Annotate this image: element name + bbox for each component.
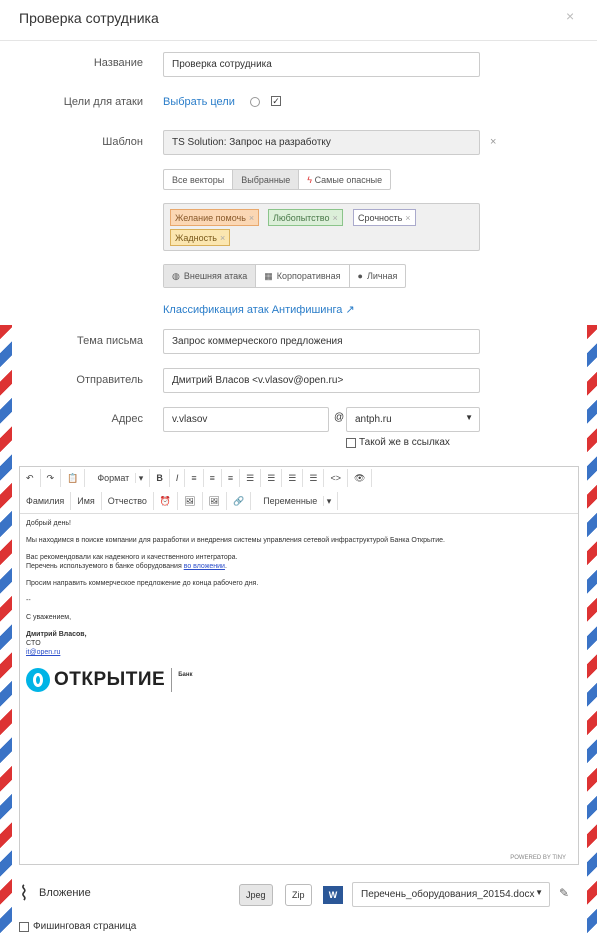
attachment-file-select[interactable]: Перечень_оборудования_20154.docx ▼ — [352, 882, 550, 907]
classification-link[interactable]: Классификация атак Антифишинга ↗ — [163, 303, 355, 316]
edit-pencil-icon[interactable]: ✎ — [559, 886, 569, 900]
template-label: Шаблон — [102, 136, 143, 148]
targets-radio[interactable] — [250, 97, 260, 107]
image-upload-icon[interactable]: 🖼 — [203, 492, 227, 510]
corporate-tab[interactable]: ▦ Корпоративная — [256, 265, 350, 287]
numbered-list-icon[interactable]: ☰ — [261, 469, 283, 487]
external-attack-tab[interactable]: ◍ Внешняя атака — [164, 265, 257, 287]
attack-type-filter: ◍ Внешняя атака ▦ Корпоративная ● Личная — [163, 264, 407, 288]
vector-selected-tab[interactable]: Выбранные — [233, 170, 300, 189]
firstname-button[interactable]: Имя — [71, 492, 102, 510]
name-label: Название — [93, 57, 143, 69]
tag-item[interactable]: Срочность × — [353, 209, 416, 226]
bold-button[interactable]: B — [150, 469, 170, 487]
chevron-down-icon: ▼ — [535, 888, 543, 897]
same-links-checkbox[interactable] — [346, 438, 356, 448]
same-links-label: Такой же в ссылках — [359, 437, 450, 448]
phishing-page-label: Фишинговая страница — [33, 921, 137, 932]
personal-tab[interactable]: ● Личная — [350, 265, 406, 287]
targets-checkbox[interactable]: ✓ — [271, 96, 281, 106]
vector-all-tab[interactable]: Все векторы — [164, 170, 234, 189]
italic-button[interactable]: I — [170, 469, 186, 487]
patronymic-button[interactable]: Отчество — [102, 492, 154, 510]
subject-input[interactable]: Запрос коммерческого предложения — [163, 329, 480, 354]
undo-icon[interactable]: ↶ — [20, 469, 41, 487]
align-center-icon[interactable]: ≡ — [204, 469, 222, 487]
vector-filter: Все векторы Выбранные ϟ Самые опасные — [163, 169, 392, 190]
tag-item[interactable]: Жадность × — [170, 229, 231, 246]
tag-item[interactable]: Желание помочь × — [170, 209, 260, 226]
divider — [0, 40, 597, 41]
template-input[interactable]: TS Solution: Запрос на разработку — [163, 130, 480, 155]
clock-icon[interactable]: ⏰ — [154, 492, 179, 510]
address-domain-select[interactable]: antph.ru ▼ — [346, 407, 480, 432]
close-icon[interactable]: × — [566, 8, 574, 24]
tag-item[interactable]: Любопытство × — [268, 209, 343, 226]
chevron-down-icon: ▼ — [465, 413, 473, 422]
phishing-page-checkbox[interactable] — [19, 922, 29, 932]
user-icon: ● — [357, 271, 363, 281]
logo-icon — [26, 668, 50, 692]
word-icon: W — [323, 886, 343, 904]
address-label: Адрес — [111, 413, 144, 425]
globe-icon: ◍ — [172, 270, 180, 281]
link-icon[interactable]: 🔗 — [227, 492, 252, 510]
bank-logo: ОТКРЫТИЕ Банк — [26, 668, 192, 692]
dialog-title: Проверка сотрудника — [19, 10, 159, 26]
right-border-stripe — [587, 325, 597, 935]
at-sign: @ — [334, 412, 345, 423]
building-icon: ▦ — [264, 270, 273, 281]
preview-icon[interactable]: 👁 — [348, 469, 373, 487]
left-border-stripe — [0, 325, 12, 935]
name-input[interactable]: Проверка сотрудника — [163, 52, 480, 77]
align-left-icon[interactable]: ≡ — [185, 469, 204, 487]
outdent-icon[interactable]: ☰ — [282, 469, 304, 487]
targets-label: Цели для атаки — [63, 96, 143, 108]
lightning-icon: ϟ — [307, 175, 315, 185]
address-user-input[interactable]: v.vlasov — [163, 407, 329, 432]
vector-dangerous-tab[interactable]: ϟ Самые опасные — [299, 170, 390, 189]
email-body[interactable]: Добрый день! Мы находимся в поиске компа… — [26, 519, 571, 657]
tags-box[interactable]: Желание помочь × Любопытство × Срочность × … — [163, 203, 480, 251]
editor-footer: POWERED BY TINY — [510, 855, 566, 861]
editor-toolbar-2: Фамилия Имя Отчество ⏰ 🖼 🖼 🔗 Переменные … — [20, 490, 339, 512]
sender-input[interactable]: Дмитрий Власов <v.vlasov@open.ru> — [163, 368, 480, 393]
subject-label: Тема письма — [77, 335, 143, 347]
redo-icon[interactable]: ↷ — [41, 469, 62, 487]
attachment-link[interactable]: во вложении — [184, 563, 225, 570]
external-link-icon: ↗ — [345, 304, 355, 316]
select-targets-link[interactable]: Выбрать цели — [163, 96, 235, 108]
toolbar-divider — [20, 513, 578, 514]
format-dropdown[interactable]: Формат ▾ — [85, 469, 151, 487]
surname-button[interactable]: Фамилия — [20, 492, 72, 510]
indent-icon[interactable]: ☰ — [303, 469, 325, 487]
attachment-label: Вложение — [39, 887, 91, 899]
email-editor[interactable]: ↶ ↷ 📋 Формат ▾ B I ≡ ≡ ≡ ☰ ☰ ☰ ☰ <> 👁 Фа… — [19, 466, 579, 865]
code-icon[interactable]: <> — [324, 469, 348, 487]
jpeg-button[interactable]: Jpeg — [239, 884, 273, 906]
image-icon[interactable]: 🖼 — [178, 492, 203, 510]
email-link[interactable]: it@open.ru — [26, 648, 571, 657]
variables-dropdown[interactable]: Переменные ▾ — [251, 492, 339, 510]
sender-label: Отправитель — [76, 374, 143, 386]
paste-icon[interactable]: 📋 — [61, 469, 86, 487]
bullet-list-icon[interactable]: ☰ — [240, 469, 262, 487]
paperclip-icon: ⌇ — [19, 883, 29, 905]
template-clear-icon[interactable]: × — [490, 136, 496, 148]
editor-toolbar-1: ↶ ↷ 📋 Формат ▾ B I ≡ ≡ ≡ ☰ ☰ ☰ ☰ <> 👁 — [20, 467, 373, 489]
align-right-icon[interactable]: ≡ — [222, 469, 241, 487]
zip-button[interactable]: Zip — [285, 884, 312, 906]
